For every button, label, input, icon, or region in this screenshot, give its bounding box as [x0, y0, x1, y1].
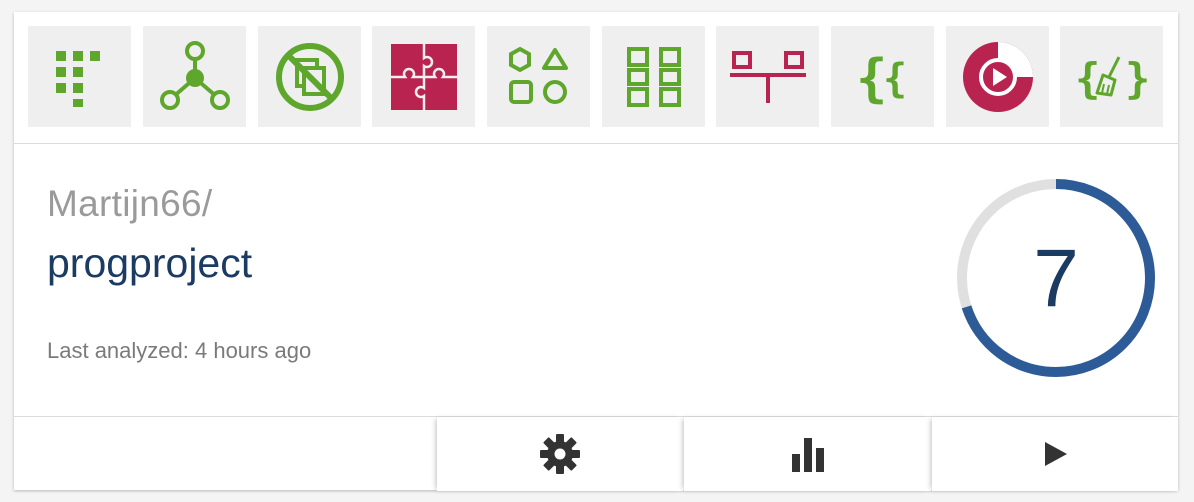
curly-braces-icon: { { — [856, 49, 907, 108]
badge-tile[interactable] — [487, 26, 590, 127]
play-icon — [1045, 442, 1067, 466]
modules-grid-icon — [626, 46, 681, 107]
gear-icon — [540, 434, 580, 474]
node-graph-icon — [159, 40, 230, 110]
score-value: 7 — [1033, 233, 1079, 324]
badge-tile[interactable] — [258, 26, 361, 127]
puzzle-icon — [390, 43, 457, 110]
card-footer — [14, 416, 1178, 491]
badge-tile[interactable] — [946, 26, 1049, 127]
badge-tile[interactable] — [716, 26, 819, 127]
statistics-button[interactable] — [684, 417, 931, 491]
svg-text:{: { — [883, 56, 907, 102]
repository-owner: Martijn66/ — [47, 183, 213, 224]
badge-tile[interactable] — [143, 26, 246, 127]
green-squares-grid-icon — [55, 50, 100, 107]
badge-row: { { { } — [14, 12, 1178, 144]
badge-tile[interactable] — [28, 26, 131, 127]
badge-tile[interactable]: { { — [831, 26, 934, 127]
repository-card: { { { } Martijn66/ progproject Last anal… — [14, 12, 1178, 491]
shapes-grid-icon — [508, 46, 568, 104]
run-analysis-button[interactable] — [932, 417, 1178, 491]
last-analyzed-text: Last analyzed: 4 hours ago — [47, 338, 312, 363]
badge-tile[interactable] — [602, 26, 705, 127]
score-gauge: 7 — [957, 179, 1155, 377]
repository-name[interactable]: progproject — [47, 240, 252, 287]
badge-tile[interactable]: { } — [1060, 26, 1163, 127]
clean-code-broom-icon: { } — [1075, 54, 1149, 103]
svg-text:{: { — [1075, 54, 1100, 103]
dependency-connect-icon — [729, 50, 806, 103]
bar-chart-icon — [791, 438, 824, 472]
settings-button[interactable] — [437, 417, 683, 491]
svg-text:}: } — [1125, 54, 1149, 103]
play-circle-icon — [962, 41, 1033, 112]
no-duplicate-copy-icon — [275, 42, 344, 111]
badge-tile[interactable] — [372, 26, 475, 127]
